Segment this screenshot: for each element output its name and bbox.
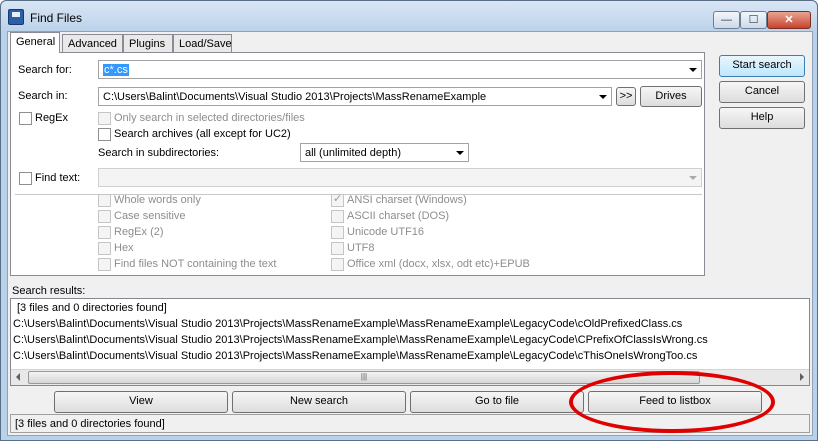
ascii-checkbox[interactable] [331,210,344,223]
tab-general[interactable]: General [10,32,60,53]
cancel-button[interactable]: Cancel [719,81,805,103]
whole-words-label: Whole words only [114,194,201,206]
browse-button[interactable]: >> [616,87,636,106]
general-tab-panel: Search for: c*.cs Search in: C:\Users\Ba… [10,52,705,276]
case-sensitive-checkbox[interactable] [98,210,111,223]
maximize-button[interactable]: ☐ [740,11,767,29]
office-xml-label: Office xml (docx, xlsx, odt etc)+EPUB [347,258,530,270]
find-text-checkbox[interactable] [19,172,32,185]
tab-advanced[interactable]: Advanced [62,34,123,53]
regex-label: RegEx [35,112,69,124]
view-button[interactable]: View [54,391,228,413]
utf8-checkbox[interactable] [331,242,344,255]
window-title: Find Files [30,11,83,25]
ansi-checkbox[interactable]: ✓ [331,193,344,207]
whole-words-checkbox[interactable] [98,194,111,207]
tab-plugins[interactable]: Plugins [123,34,173,53]
dropdown-arrow-icon[interactable] [689,176,697,180]
search-for-value: c*.cs [103,64,129,76]
search-for-combo[interactable]: c*.cs [98,60,702,79]
check-mark-icon: ✓ [333,193,343,205]
result-summary[interactable]: [3 files and 0 directories found] [17,302,167,314]
unicode-label: Unicode UTF16 [347,226,425,238]
title-bar[interactable]: Find Files — ☐ ✕ [1,1,817,31]
find-text-combo[interactable] [98,168,702,187]
find-files-window: Find Files — ☐ ✕ General Advanced Plugin… [0,0,818,441]
regex2-label: RegEx (2) [114,226,164,238]
list-item[interactable]: C:\Users\Balint\Documents\Visual Studio … [13,318,682,330]
scroll-right-icon[interactable] [800,373,804,381]
ansi-label: ANSI charset (Windows) [347,194,467,206]
search-results-label: Search results: [12,285,86,297]
new-search-button[interactable]: New search [232,391,406,413]
subdirectories-value: all (unlimited depth) [305,147,401,159]
regex2-checkbox[interactable] [98,226,111,239]
search-in-value: C:\Users\Balint\Documents\Visual Studio … [103,91,487,103]
only-selected-label: Only search in selected directories/file… [114,112,305,124]
only-selected-checkbox[interactable] [98,112,111,125]
find-text-label: Find text: [35,172,81,184]
office-xml-checkbox[interactable] [331,258,344,271]
case-sensitive-label: Case sensitive [114,210,186,222]
tab-load-save[interactable]: Load/Save [173,34,232,53]
dropdown-arrow-icon[interactable] [456,151,464,155]
subdirectories-label: Search in subdirectories: [98,147,220,159]
list-item[interactable]: C:\Users\Balint\Documents\Visual Studio … [13,350,697,362]
floppy-disk-icon [8,9,24,25]
not-containing-label: Find files NOT containing the text [114,258,277,270]
search-for-label: Search for: [18,64,72,76]
utf8-label: UTF8 [347,242,375,254]
close-button[interactable]: ✕ [767,11,811,29]
ascii-label: ASCII charset (DOS) [347,210,450,222]
drives-button[interactable]: Drives [640,86,702,107]
dropdown-arrow-icon[interactable] [599,95,607,99]
search-archives-checkbox[interactable] [98,128,111,141]
minimize-button[interactable]: — [713,11,740,29]
search-in-combo[interactable]: C:\Users\Balint\Documents\Visual Studio … [98,87,612,106]
go-to-file-button[interactable]: Go to file [410,391,584,413]
not-containing-checkbox[interactable] [98,258,111,271]
search-in-label: Search in: [18,90,68,102]
search-archives-label: Search archives (all except for UC2) [114,128,291,140]
unicode-checkbox[interactable] [331,226,344,239]
regex-checkbox[interactable] [19,112,32,125]
hex-label: Hex [114,242,134,254]
red-highlight-ellipse [569,371,775,433]
dropdown-arrow-icon[interactable] [689,68,697,72]
hex-checkbox[interactable] [98,242,111,255]
scroll-left-icon[interactable] [16,373,20,381]
start-search-button[interactable]: Start search [719,55,805,77]
help-button[interactable]: Help [719,107,805,129]
subdirectories-select[interactable]: all (unlimited depth) [300,143,469,162]
list-item[interactable]: C:\Users\Balint\Documents\Visual Studio … [13,334,708,346]
